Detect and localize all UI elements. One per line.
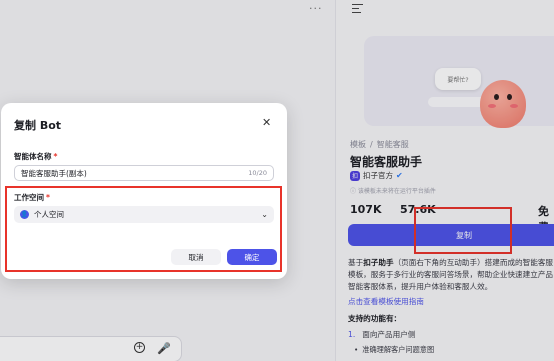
char-counter: 10/20 [248, 169, 267, 177]
close-icon[interactable]: ✕ [262, 116, 271, 129]
agent-name-input[interactable]: 智能客服助手(副本) 10/20 [14, 165, 274, 181]
workspace-highlight [5, 186, 282, 272]
agent-name-label: 智能体名称 * [14, 152, 58, 161]
dialog-title: 复制 Bot [14, 119, 62, 132]
